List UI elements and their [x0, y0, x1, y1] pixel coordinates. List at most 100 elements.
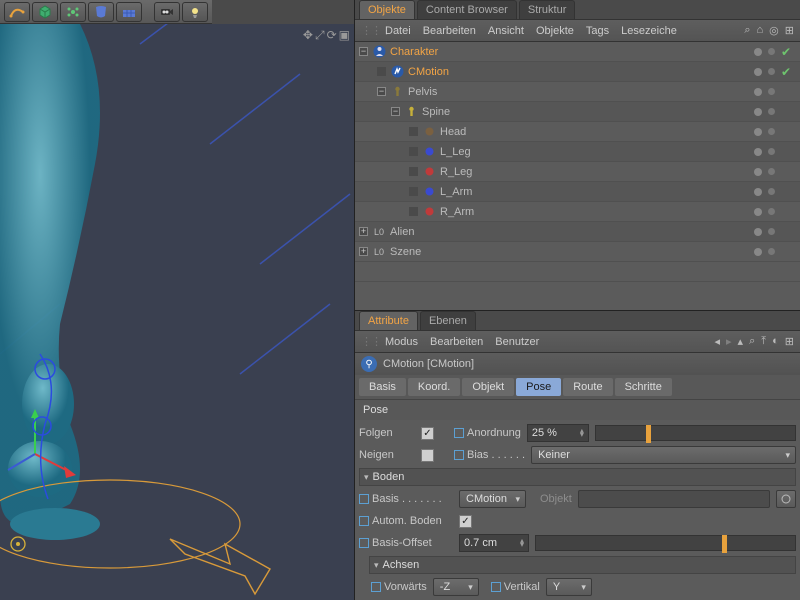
- lbl-neigen: Neigen: [359, 449, 394, 461]
- nav-back-icon[interactable]: ◂: [714, 335, 720, 348]
- pick-object-icon[interactable]: [776, 490, 796, 508]
- nav-up-icon[interactable]: ▴: [738, 335, 744, 348]
- subtab-koord[interactable]: Koord.: [408, 378, 460, 396]
- attribute-tabs: Attribute Ebenen: [355, 311, 800, 331]
- vis-dot[interactable]: [754, 48, 762, 56]
- chk-autom-boden[interactable]: ✓: [459, 515, 472, 528]
- menu-benutzer[interactable]: Benutzer: [495, 336, 539, 348]
- menu-bearbeiten[interactable]: Bearbeiten: [423, 25, 476, 37]
- joint-l-icon: [422, 145, 436, 159]
- select-bias[interactable]: Keiner: [531, 446, 796, 464]
- subtab-basis[interactable]: Basis: [359, 378, 406, 396]
- menu-ansicht[interactable]: Ansicht: [488, 25, 524, 37]
- anim-dot[interactable]: [454, 428, 464, 438]
- eye-icon[interactable]: ◎: [769, 24, 779, 37]
- lbl-basis-offset: Basis-Offset: [372, 537, 432, 549]
- chk-folgen[interactable]: ✓: [421, 427, 434, 440]
- input-basis-offset[interactable]: 0.7 cm▴▾: [459, 534, 529, 552]
- slider-basis-offset[interactable]: [535, 535, 796, 551]
- expander[interactable]: −: [359, 47, 368, 56]
- tree-item-rleg[interactable]: R_Leg: [440, 166, 472, 178]
- tree-item-szene[interactable]: Szene: [390, 246, 421, 258]
- lbl-autom-boden: Autom. Boden: [372, 515, 442, 527]
- tab-attribute[interactable]: Attribute: [359, 311, 418, 330]
- tree-item-head[interactable]: Head: [440, 126, 466, 138]
- null-icon: [390, 85, 404, 99]
- lbl-basis: Basis . . . . . . .: [372, 493, 442, 505]
- vp-pan-icon[interactable]: ✥: [303, 28, 313, 43]
- select-vertikal[interactable]: Y: [546, 578, 592, 596]
- cmotion-icon: ⚲: [361, 356, 377, 372]
- group-achsen[interactable]: Achsen: [369, 556, 796, 574]
- tool-cube-icon[interactable]: [32, 2, 58, 22]
- vp-rotate-icon[interactable]: ⟳: [327, 28, 337, 43]
- tree-item-pelvis[interactable]: Pelvis: [408, 86, 437, 98]
- group-boden[interactable]: Boden: [359, 468, 796, 486]
- tool-spline-icon[interactable]: [4, 2, 30, 22]
- viewport-content: [0, 24, 354, 600]
- gear-icon[interactable]: ◐: [772, 335, 779, 348]
- tree-item-spine[interactable]: Spine: [422, 106, 450, 118]
- tree-item-rarm[interactable]: R_Arm: [440, 206, 474, 218]
- search-icon[interactable]: ⌕: [744, 24, 750, 37]
- tool-camera-icon[interactable]: [154, 2, 180, 22]
- attr-subtabs: Basis Koord. Objekt Pose Route Schritte: [355, 375, 800, 400]
- tab-objekte[interactable]: Objekte: [359, 0, 415, 19]
- menu-tags[interactable]: Tags: [586, 25, 609, 37]
- lbl-vorwarts: Vorwärts: [384, 581, 427, 593]
- subtab-route[interactable]: Route: [563, 378, 612, 396]
- select-vorwarts[interactable]: -Z: [433, 578, 479, 596]
- tree-item-charakter[interactable]: Charakter: [390, 46, 438, 58]
- search-icon[interactable]: ⌕: [749, 335, 755, 348]
- input-objekt[interactable]: [578, 490, 770, 508]
- tree-item-larm[interactable]: L_Arm: [440, 186, 472, 198]
- tree-item-alien[interactable]: Alien: [390, 226, 414, 238]
- tool-deformer-icon[interactable]: [88, 2, 114, 22]
- menu-lesezeichen[interactable]: Lesezeiche: [621, 25, 677, 37]
- home-icon[interactable]: ⌂: [757, 24, 764, 37]
- joint-r-icon: [422, 205, 436, 219]
- lbl-vertikal: Vertikal: [504, 581, 540, 593]
- lbl-folgen: Folgen: [359, 427, 393, 439]
- lbl-anordnung: Anordnung: [467, 427, 521, 439]
- menu-bearbeiten-attr[interactable]: Bearbeiten: [430, 336, 483, 348]
- section-title-pose: Pose: [355, 400, 800, 420]
- tab-content-browser[interactable]: Content Browser: [417, 0, 517, 19]
- lbl-objekt: Objekt: [540, 493, 572, 505]
- lbl-bias: Bias . . . . . .: [467, 449, 525, 461]
- nav-fwd-icon[interactable]: ▸: [726, 335, 732, 348]
- tree-item-lleg[interactable]: L_Leg: [440, 146, 471, 158]
- cmotion-icon: [390, 65, 404, 79]
- grip-icon[interactable]: ⋮⋮⋮: [361, 335, 373, 348]
- viewport-nav-icons: ✥ ⤢ ⟳ ▣: [303, 28, 350, 43]
- object-manager-menubar: ⋮⋮⋮ Datei Bearbeiten Ansicht Objekte Tag…: [355, 20, 800, 42]
- joint-l-icon: [422, 185, 436, 199]
- tool-atom-icon[interactable]: [60, 2, 86, 22]
- lock-icon[interactable]: ⤒: [761, 335, 766, 348]
- main-toolbar: [0, 0, 212, 24]
- tool-light-icon[interactable]: [182, 2, 208, 22]
- slider-anordnung[interactable]: [595, 425, 796, 441]
- joint-r-icon: [422, 165, 436, 179]
- tool-floor-icon[interactable]: [116, 2, 142, 22]
- tab-ebenen[interactable]: Ebenen: [420, 311, 476, 330]
- menu-icon[interactable]: ⊞: [785, 335, 794, 348]
- menu-modus[interactable]: Modus: [385, 336, 418, 348]
- menu-objekte[interactable]: Objekte: [536, 25, 574, 37]
- menu-icon[interactable]: ⊞: [785, 24, 794, 37]
- grip-icon[interactable]: ⋮⋮⋮: [361, 24, 373, 37]
- subtab-pose[interactable]: Pose: [516, 378, 561, 396]
- attr-object-title: CMotion [CMotion]: [383, 358, 474, 370]
- select-basis[interactable]: CMotion: [459, 490, 526, 508]
- tab-struktur[interactable]: Struktur: [519, 0, 576, 19]
- menu-datei[interactable]: Datei: [385, 25, 411, 37]
- enable-check[interactable]: ✔: [781, 46, 791, 58]
- subtab-schritte[interactable]: Schritte: [615, 378, 672, 396]
- vp-max-icon[interactable]: ▣: [339, 28, 350, 43]
- tree-item-cmotion[interactable]: CMotion: [408, 66, 449, 78]
- vp-zoom-icon[interactable]: ⤢: [315, 28, 325, 43]
- input-anordnung[interactable]: 25 %▴▾: [527, 424, 589, 442]
- chk-neigen[interactable]: [421, 449, 434, 462]
- viewport-3d[interactable]: ✥ ⤢ ⟳ ▣: [0, 24, 354, 600]
- subtab-objekt[interactable]: Objekt: [462, 378, 514, 396]
